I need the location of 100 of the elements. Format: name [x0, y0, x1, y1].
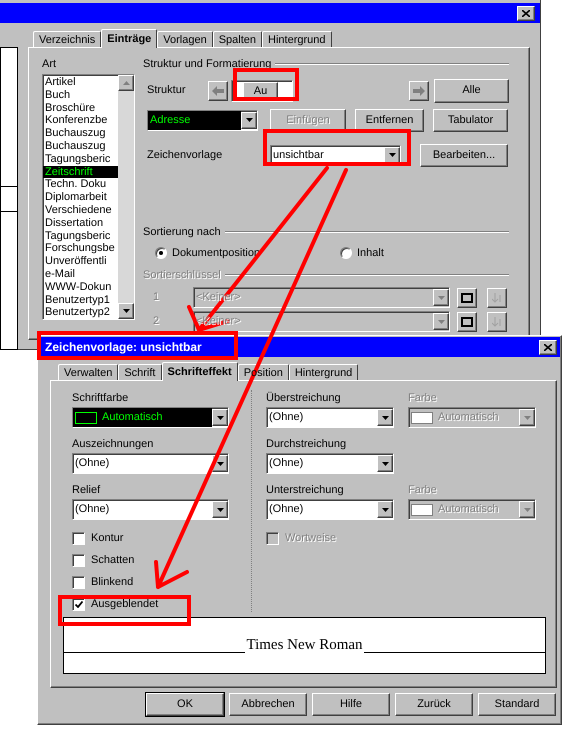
field-label: Durchstreichung: [266, 437, 348, 450]
tab[interactable]: Schrift: [118, 364, 162, 380]
tab[interactable]: Verzeichnis: [33, 31, 102, 47]
dropdown[interactable]: Automatisch: [72, 407, 229, 428]
tab[interactable]: Hintergrund: [288, 364, 358, 380]
list-item[interactable]: Verschiedene: [43, 204, 118, 217]
caret-icon: [216, 508, 224, 512]
dropdown[interactable]: (Ohne): [266, 407, 394, 428]
list-item[interactable]: Benutzertyp2: [43, 306, 118, 319]
dropdown[interactable]: (Ohne): [72, 453, 229, 474]
caret-icon: [388, 153, 396, 157]
list-item[interactable]: Techn. Doku: [43, 178, 118, 192]
caret-icon: [524, 508, 530, 512]
field-label: Relief: [72, 483, 102, 496]
dropdown[interactable]: (Ohne): [72, 499, 229, 520]
highlight-frame: [233, 68, 299, 101]
list-item[interactable]: Forschungsbe: [43, 242, 118, 256]
checkmark-icon: [74, 600, 82, 608]
dialog-button[interactable]: Alle: [434, 78, 509, 102]
scroll-up-icon: [122, 81, 130, 85]
checkbox-label: Ausgeblendet: [91, 596, 158, 612]
dialog-button[interactable]: OK: [146, 693, 224, 716]
radio-label: Inhalt: [357, 246, 384, 261]
list-item[interactable]: Buch: [43, 88, 118, 102]
field-label: Schriftfarbe: [72, 391, 130, 404]
caret-icon: [382, 508, 388, 512]
window-title: Zeichenvorlage: unsichtbar: [45, 339, 202, 356]
tab[interactable]: Verwalten: [58, 364, 118, 380]
caret-icon: [438, 296, 444, 300]
list-item[interactable]: Buchauszug: [43, 140, 118, 153]
tab[interactable]: Schrifteffekt: [162, 362, 238, 381]
color-swatch: [411, 412, 433, 424]
list-item[interactable]: Artikel: [43, 76, 118, 89]
sort-order-button[interactable]: [457, 312, 477, 332]
field-label: Zeichenvorlage: [146, 148, 224, 163]
caret-icon: [524, 416, 530, 420]
dialog-button[interactable]: Hilfe: [312, 693, 390, 716]
group-heading: Sortierung nach: [143, 224, 221, 240]
move-button[interactable]: [409, 80, 429, 100]
checkbox[interactable]: [72, 532, 85, 544]
list-item[interactable]: Broschüre: [43, 102, 118, 114]
list-item[interactable]: Buchauszug: [43, 127, 118, 140]
list-item[interactable]: Tagungsberic: [43, 230, 118, 242]
close-button[interactable]: [539, 340, 557, 354]
checkbox-label: Blinkend: [91, 574, 134, 590]
list-item[interactable]: Unveröffentli: [43, 255, 118, 268]
caret-icon: [216, 462, 224, 466]
dropdown[interactable]: (Ohne): [266, 499, 394, 520]
close-button[interactable]: [517, 6, 535, 20]
tab[interactable]: Vorlagen: [157, 31, 213, 47]
scrollbar[interactable]: [118, 75, 134, 319]
field-label: Farbe: [408, 391, 438, 404]
caret-icon: [382, 416, 388, 420]
sort-icon: [492, 316, 502, 326]
caret-icon: [216, 416, 224, 420]
checkbox-label: Wortweise: [285, 530, 336, 546]
right-arrow-icon: [413, 86, 425, 96]
field-label: Auszeichnungen: [72, 437, 154, 450]
radio-button[interactable]: [340, 247, 352, 259]
field-label: Farbe: [408, 483, 438, 496]
list-item[interactable]: Tagungsberic: [43, 152, 118, 166]
dropdown[interactable]: (Ohne): [266, 453, 394, 474]
sort-icon: [492, 292, 502, 302]
caret-icon: [382, 462, 388, 466]
tab[interactable]: Spalten: [212, 31, 262, 47]
list-item[interactable]: Zeitschrift: [43, 166, 118, 178]
checkbox[interactable]: [72, 554, 85, 566]
dropdown[interactable]: Adresse: [147, 110, 258, 130]
list-item[interactable]: Diplomarbeit: [43, 191, 118, 204]
tab[interactable]: Hintergrund: [262, 31, 332, 47]
color-swatch: [75, 412, 97, 424]
dialog-button[interactable]: Zurück: [395, 693, 473, 716]
list-item[interactable]: Konferenzbe: [43, 114, 118, 128]
radio-button[interactable]: [155, 247, 167, 259]
color-swatch: [411, 504, 433, 516]
preview-text: Times New Roman: [245, 638, 364, 653]
group-heading: Struktur und Formatierung: [143, 57, 272, 72]
left-arrow-icon: [212, 86, 224, 96]
close-icon: [522, 10, 530, 16]
dialog-button[interactable]: Entfernen: [355, 108, 424, 132]
list-item[interactable]: Dissertation: [43, 216, 118, 230]
list-label: Art: [42, 57, 58, 70]
checkbox-label: Schatten: [91, 552, 134, 568]
group-heading: Sortierschlüssel: [143, 268, 221, 283]
dialog-button[interactable]: Standard: [478, 693, 556, 716]
checkbox[interactable]: [72, 576, 85, 588]
dialog-button[interactable]: Bearbeiten...: [420, 144, 508, 166]
field-label: Struktur: [146, 83, 187, 98]
move-button[interactable]: [208, 80, 228, 100]
dialog-button[interactable]: Tabulator: [433, 108, 508, 132]
caret-icon: [246, 118, 252, 122]
field-label: Überstreichung: [266, 390, 342, 404]
list-item[interactable]: WWW-Dokun: [43, 280, 118, 294]
list-item[interactable]: Benutzertyp1: [43, 294, 118, 306]
tab[interactable]: Einträge: [101, 29, 158, 48]
list-item[interactable]: e-Mail: [43, 268, 118, 281]
checkbox-label: Kontur: [91, 530, 124, 546]
dialog-button[interactable]: Abbrechen: [229, 693, 307, 716]
key-number: 2: [152, 314, 160, 330]
sort-direction-button[interactable]: [487, 312, 507, 332]
